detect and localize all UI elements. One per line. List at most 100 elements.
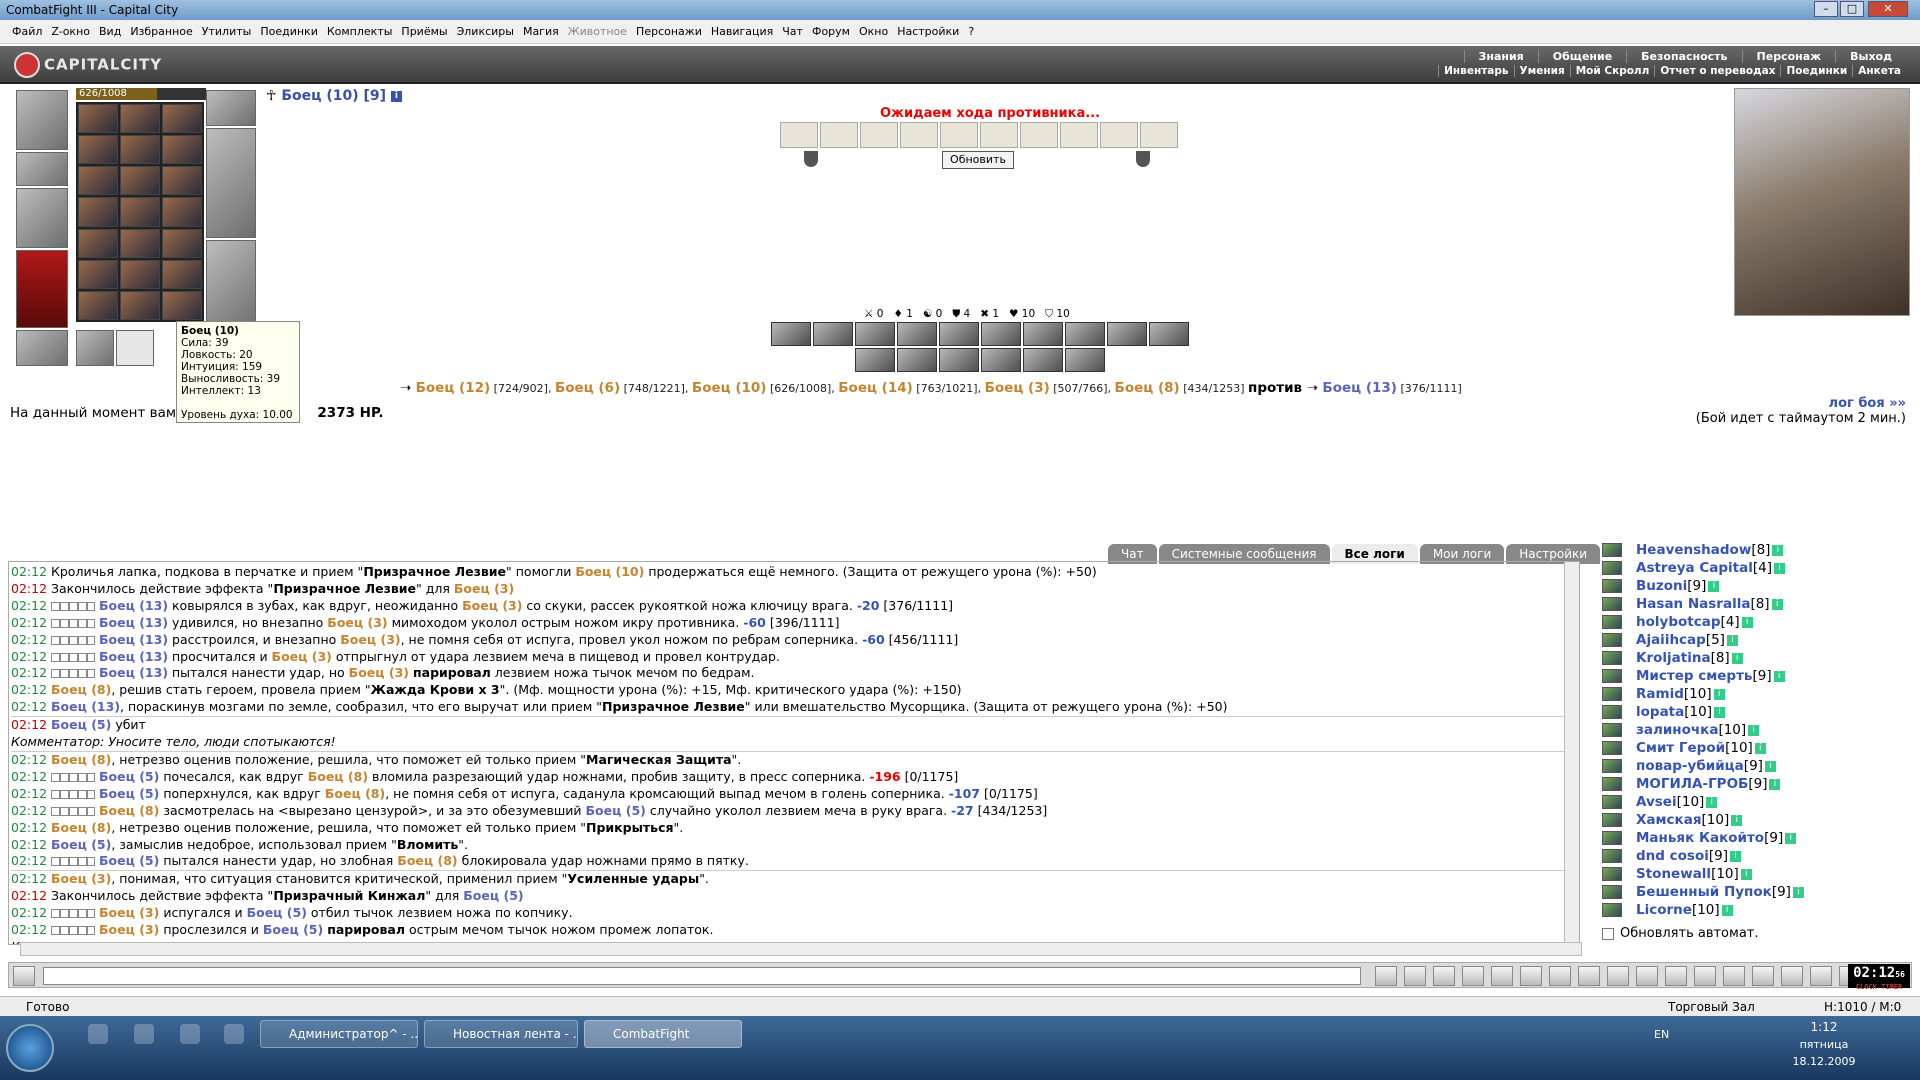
info-icon[interactable]: i [1731,814,1743,826]
inventory-item[interactable] [162,135,202,165]
trick-button[interactable] [1149,322,1189,346]
inventory-item[interactable] [120,259,160,289]
nav-link[interactable]: Выход [1835,50,1906,63]
info-icon[interactable]: i [1726,634,1738,646]
inventory-item[interactable] [78,259,118,289]
nav-link[interactable]: Инвентарь [1438,65,1513,77]
nav-link[interactable]: Отчет о переводах [1654,65,1780,77]
info-icon[interactable]: i [1773,562,1785,574]
user-name[interactable]: Хамская [1636,812,1702,828]
menu-item[interactable]: Комплекты [327,25,393,38]
toolbar-icon[interactable] [1404,966,1426,986]
nav-link[interactable]: Безопасность [1626,50,1741,63]
fighter-name[interactable]: Боец (12) [416,380,491,396]
log-scrollbar[interactable] [1564,562,1579,944]
inventory-item[interactable] [162,228,202,258]
menu-item[interactable]: Утилиты [202,25,252,38]
menu-item[interactable]: Вид [99,25,121,38]
inventory-item[interactable] [162,290,202,320]
chat-input[interactable] [43,967,1361,985]
menu-item[interactable]: Персонажи [636,25,702,38]
fighter-name[interactable]: Боец (10) [692,380,767,396]
user-item[interactable]: dnd cosoi[9] i [1602,847,1902,865]
inventory-item[interactable] [120,135,160,165]
bracers-slot[interactable] [16,152,68,186]
ie-icon[interactable] [224,1024,244,1044]
menu-item[interactable]: Поединки [260,25,318,38]
toolbar-icon[interactable] [1433,966,1455,986]
inventory-item[interactable] [78,228,118,258]
toolbar-icon[interactable] [1520,966,1542,986]
language-indicator[interactable]: EN [1654,1028,1669,1041]
user-name[interactable]: Смит Герой [1636,740,1725,756]
user-item[interactable]: Stonewall[10] i [1602,865,1902,883]
menu-item[interactable]: ? [968,25,974,38]
nav-link[interactable]: Знания [1463,50,1538,63]
inventory-item[interactable] [162,259,202,289]
helmet-slot[interactable] [16,90,68,150]
toolbar-icon[interactable] [1665,966,1687,986]
user-name[interactable]: holybotcap [1636,614,1720,630]
user-item[interactable]: МОГИЛА-ГРОБ[9] i [1602,775,1902,793]
toolbar-icon[interactable] [1549,966,1571,986]
task-news[interactable]: Новостная лента - ... [424,1020,578,1048]
toolbar-icon[interactable] [1636,966,1658,986]
menu-item[interactable]: Приёмы [401,25,447,38]
trick-button[interactable] [1107,322,1147,346]
user-item[interactable]: залиночка[10] i [1602,721,1902,739]
trick-button[interactable] [1065,348,1105,372]
user-item[interactable]: Avsei[10] i [1602,793,1902,811]
trick-button[interactable] [981,322,1021,346]
user-item[interactable]: Ramid[10] i [1602,685,1902,703]
info-icon[interactable]: i [1754,742,1766,754]
fighter-name[interactable]: Боец (6) [555,380,620,396]
quicklaunch-icon[interactable] [134,1024,154,1044]
user-name[interactable]: Heavenshadow [1636,542,1751,558]
info-icon[interactable]: i [1772,544,1784,556]
minimize-button[interactable]: – [1814,1,1838,17]
inventory-item[interactable] [120,166,160,196]
refresh-button[interactable]: Обновить [942,151,1014,169]
user-item[interactable]: Маньяк Какойто[9] i [1602,829,1902,847]
move-slot[interactable] [940,122,978,148]
user-item[interactable]: Buzoni[9] i [1602,577,1902,595]
checkbox-icon[interactable] [1602,927,1614,940]
user-name[interactable]: Hasan Nasralla [1636,596,1750,612]
menu-item[interactable]: Животное [568,25,627,38]
user-name[interactable]: Мистер смерть [1636,668,1752,684]
user-name[interactable]: Ajaiihcap [1636,632,1706,648]
user-item[interactable]: Licorne[10] i [1602,901,1902,919]
maximize-button[interactable]: □ [1840,1,1864,17]
info-icon[interactable]: i [1729,850,1741,862]
move-slot[interactable] [1020,122,1058,148]
user-name[interactable]: Kroljatina [1636,650,1711,666]
info-icon[interactable]: i [1771,598,1783,610]
user-item[interactable]: Мистер смерть[9] i [1602,667,1902,685]
user-name[interactable]: повар-убийца [1636,758,1744,774]
toolbar-icon[interactable] [1462,966,1484,986]
nav-link[interactable]: Мой Скролл [1569,65,1655,77]
trick-button[interactable] [897,348,937,372]
trick-button[interactable] [855,348,895,372]
user-name[interactable]: МОГИЛА-ГРОБ [1636,776,1748,792]
nav-link[interactable]: Анкета [1852,65,1906,77]
inventory-item[interactable] [120,228,160,258]
user-name[interactable]: Маньяк Какойто [1636,830,1764,846]
trick-button[interactable] [813,322,853,346]
task-admin[interactable]: Администратор^ - ... [260,1020,418,1048]
info-icon[interactable]: i [1713,688,1725,700]
trick-button[interactable] [1023,322,1063,346]
toolbar-icon[interactable] [1375,966,1397,986]
info-icon[interactable]: i [1721,904,1733,916]
info-icon[interactable]: i [1706,796,1718,808]
move-slot[interactable] [1100,122,1138,148]
move-slot[interactable] [980,122,1018,148]
boots-slot[interactable] [76,330,114,366]
info-icon[interactable]: i [1792,886,1804,898]
user-item[interactable]: lopata[10] i [1602,703,1902,721]
info-icon[interactable]: i [1769,778,1781,790]
toolbar-icon[interactable] [1491,966,1513,986]
toolbar-icon[interactable] [1810,966,1832,986]
weapon-slot[interactable] [16,188,68,248]
fighter-name[interactable]: Боец (3) [985,380,1050,396]
